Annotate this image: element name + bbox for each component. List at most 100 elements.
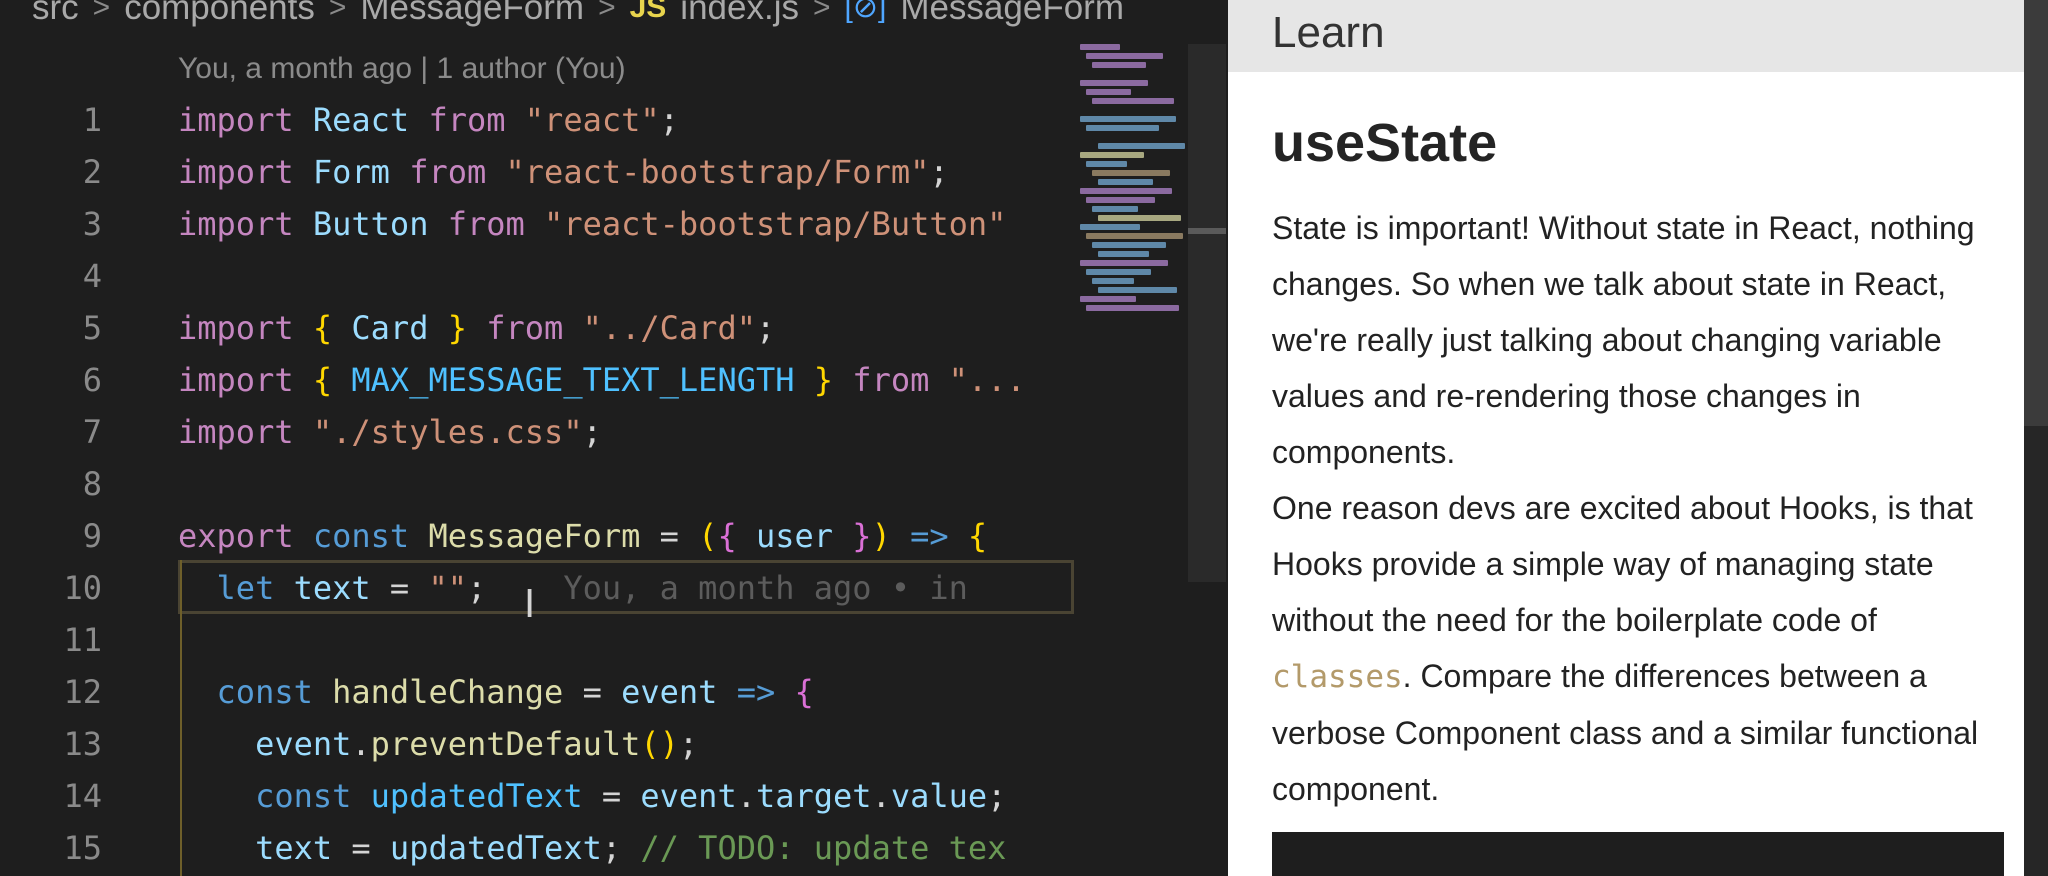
minimap-line xyxy=(1092,278,1134,284)
minimap-line xyxy=(1092,134,1142,140)
code-line[interactable]: 10 let text = ""; You, a month ago • in xyxy=(0,562,1075,614)
code-token: "react-bootstrap/Form" xyxy=(505,153,930,191)
code-token: from xyxy=(833,361,949,399)
code-token: ; xyxy=(582,413,602,451)
git-blame-codelens[interactable]: You, a month ago | 1 author (You) xyxy=(178,52,626,86)
code-token: export xyxy=(178,517,313,555)
editor-scrollbar-thumb[interactable] xyxy=(1188,228,1226,234)
code-text[interactable]: const updatedText = event.target.value; xyxy=(178,777,1073,815)
line-number: 1 xyxy=(82,101,102,139)
breadcrumb-item-symbol[interactable]: MessageForm xyxy=(900,0,1124,25)
code-token: } xyxy=(428,309,467,347)
code-token: from xyxy=(466,309,583,347)
code-text[interactable]: export const MessageForm = ({ user }) =>… xyxy=(178,517,1073,555)
line-number: 8 xyxy=(82,465,102,503)
code-token: Card xyxy=(351,309,429,347)
code-token: value xyxy=(890,777,988,815)
code-line[interactable]: 9 export const MessageForm = ({ user }) =… xyxy=(0,510,1075,562)
lesson-paragraph: State is important! Without state in Rea… xyxy=(1272,210,1975,470)
line-number: 11 xyxy=(63,621,102,659)
code-token: event xyxy=(255,725,352,763)
code-line[interactable]: 6 import { MAX_MESSAGE_TEXT_LENGTH } from… xyxy=(0,354,1075,406)
code-token: ; xyxy=(755,309,776,347)
code-token: import xyxy=(178,205,313,243)
code-token: from xyxy=(389,153,506,191)
code-line[interactable]: 2 import Form from "react-bootstrap/Form"… xyxy=(0,146,1075,198)
line-number: 4 xyxy=(82,257,102,295)
lesson-paragraph: One reason devs are excited about Hooks,… xyxy=(1272,480,2002,817)
minimap-line xyxy=(1098,251,1149,257)
code-text[interactable]: event.preventDefault(); xyxy=(178,725,1073,763)
code-line[interactable]: 13 event.preventDefault(); xyxy=(0,718,1075,770)
code-token: Form xyxy=(312,153,390,191)
breadcrumb-item-file[interactable]: index.js xyxy=(680,0,799,25)
code-text[interactable]: import { MAX_MESSAGE_TEXT_LENGTH } from … xyxy=(178,361,1073,399)
code-editor[interactable]: src > components > MessageForm > JS inde… xyxy=(0,0,1228,876)
minimap[interactable] xyxy=(1080,44,1188,344)
code-text[interactable]: let text = ""; You, a month ago • in xyxy=(178,569,1073,607)
code-token: import xyxy=(178,101,313,139)
code-text[interactable]: const handleChange = event => { xyxy=(178,673,1073,711)
code-area[interactable]: 1 import React from "react"; 2 import Form … xyxy=(0,94,1075,874)
code-token: import xyxy=(178,309,313,347)
breadcrumb-item-messageform-folder[interactable]: MessageForm xyxy=(360,0,584,25)
code-token: import xyxy=(178,361,313,399)
breadcrumb-item-components[interactable]: components xyxy=(124,0,315,25)
code-text[interactable]: import React from "react"; xyxy=(178,101,1073,139)
breadcrumb-separator: > xyxy=(92,0,111,24)
minimap-line xyxy=(1098,107,1157,113)
code-token: preventDefault xyxy=(370,725,641,763)
minimap-line xyxy=(1086,161,1127,167)
code-text[interactable]: import { Card } from "../Card"; xyxy=(178,309,1073,347)
minimap-line xyxy=(1098,179,1153,185)
code-text[interactable]: text = updatedText; // TODO: update tex xyxy=(178,829,1073,867)
code-line[interactable]: 5 import { Card } from "../Card"; xyxy=(0,302,1075,354)
code-line[interactable]: 12 const handleChange = event => { xyxy=(0,666,1075,718)
code-line[interactable]: 3 import Button from "react-bootstrap/But… xyxy=(0,198,1075,250)
line-number: 10 xyxy=(63,569,102,607)
lesson-text: One reason devs are excited about Hooks,… xyxy=(1272,490,1973,638)
code-token: "react" xyxy=(524,101,660,139)
line-number: 12 xyxy=(63,673,102,711)
code-token: = xyxy=(563,673,622,711)
code-token: } xyxy=(794,361,834,399)
symbol-variable-icon: [⊘] xyxy=(844,0,887,24)
code-line[interactable]: 11 xyxy=(0,614,1075,666)
minimap-line xyxy=(1086,53,1163,59)
breadcrumb-item-src[interactable]: src xyxy=(32,0,79,25)
code-token: . xyxy=(871,777,891,815)
code-token: { xyxy=(312,361,352,399)
code-token: { xyxy=(717,517,756,555)
code-token: () xyxy=(640,725,679,763)
code-line[interactable]: 14 const updatedText = event.target.valu… xyxy=(0,770,1075,822)
code-text[interactable]: import "./styles.css"; xyxy=(178,413,1073,451)
learn-panel: Learn useState State is important! Witho… xyxy=(1228,0,2024,876)
code-token: ; xyxy=(987,777,1007,815)
code-token: } xyxy=(833,517,872,555)
line-number: 9 xyxy=(82,517,102,555)
code-token: target xyxy=(755,777,872,815)
code-token: { xyxy=(967,517,988,555)
code-line[interactable]: 15 text = updatedText; // TODO: update t… xyxy=(0,822,1075,874)
code-line[interactable]: 4 xyxy=(0,250,1075,302)
code-text[interactable]: import Form from "react-bootstrap/Form"; xyxy=(178,153,1073,191)
editor-scrollbar[interactable] xyxy=(1188,44,1226,582)
line-number: 7 xyxy=(82,413,102,451)
code-token: . xyxy=(736,777,756,815)
code-line[interactable]: 7 import "./styles.css"; xyxy=(0,406,1075,458)
code-text[interactable]: import Button from "react-bootstrap/Butt… xyxy=(178,205,1073,243)
minimap-line xyxy=(1098,215,1181,221)
code-token: = xyxy=(370,569,429,607)
code-token: text xyxy=(293,569,371,607)
code-token: let xyxy=(216,569,294,607)
code-line[interactable]: 8 xyxy=(0,458,1075,510)
learn-panel-scrollbar-thumb[interactable] xyxy=(2024,0,2048,426)
minimap-line xyxy=(1080,296,1136,302)
code-token: ; xyxy=(466,569,487,607)
code-line[interactable]: 1 import React from "react"; xyxy=(0,94,1075,146)
code-token: Button xyxy=(312,205,429,243)
inline-blame-text: You, a month ago • in xyxy=(486,569,968,607)
breadcrumb-separator: > xyxy=(328,0,347,24)
